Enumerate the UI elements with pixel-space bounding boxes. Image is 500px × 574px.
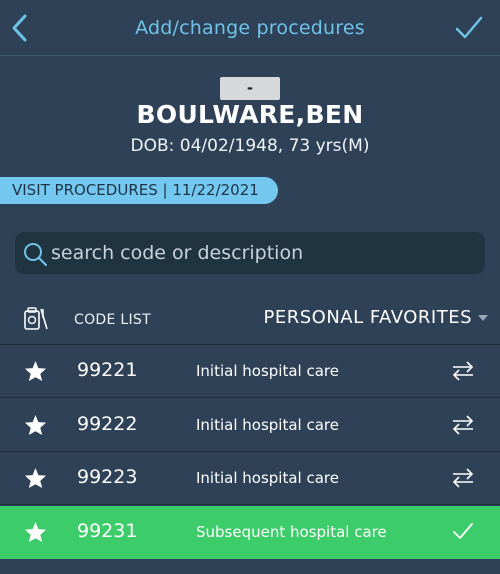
star-icon[interactable] — [24, 360, 47, 382]
procedure-description: Initial hospital care — [196, 362, 339, 380]
swap-arrows-icon[interactable] — [450, 414, 476, 436]
done-button[interactable] — [454, 14, 484, 42]
patient-id-badge: - — [220, 77, 280, 100]
swap-arrows-icon[interactable] — [450, 467, 476, 489]
visit-procedures-tab[interactable]: VISIT PROCEDURES | 11/22/2021 — [0, 177, 278, 204]
page-title: Add/change procedures — [135, 17, 365, 39]
procedure-code: 99221 — [77, 359, 138, 381]
procedure-row[interactable]: 99222 Initial hospital care — [0, 399, 500, 452]
star-icon[interactable] — [24, 467, 47, 489]
patient-dob: DOB: 04/02/1948, 73 yrs(M) — [130, 136, 370, 156]
procedure-row[interactable]: 99223 Initial hospital care — [0, 452, 500, 505]
procedure-row[interactable]: 99221 Initial hospital care — [0, 345, 500, 398]
favorites-dropdown[interactable]: PERSONAL FAVORITES — [263, 307, 488, 333]
code-list-icon[interactable] — [22, 306, 50, 332]
checkmark-icon[interactable] — [452, 521, 474, 541]
search-box[interactable] — [15, 232, 485, 274]
star-icon[interactable] — [24, 521, 47, 543]
procedure-description: Initial hospital care — [196, 416, 339, 434]
favorites-dropdown-label: PERSONAL FAVORITES — [263, 307, 472, 328]
list-header: CODE LIST PERSONAL FAVORITES — [0, 298, 500, 345]
checkmark-icon — [455, 16, 483, 39]
patient-name: BOULWARE,BEN — [136, 100, 364, 129]
procedure-row[interactable]: 99231 Subsequent hospital care — [0, 506, 500, 559]
search-input[interactable] — [51, 232, 471, 274]
swap-arrows-icon[interactable] — [450, 360, 476, 382]
procedure-code: 99222 — [77, 413, 138, 435]
chevron-down-icon — [478, 315, 488, 321]
search-icon — [24, 243, 48, 267]
procedure-description: Subsequent hospital care — [196, 523, 387, 541]
procedure-description: Initial hospital care — [196, 469, 339, 487]
star-icon[interactable] — [24, 414, 47, 436]
code-list-label[interactable]: CODE LIST — [74, 312, 151, 328]
procedure-code: 99223 — [77, 466, 138, 488]
procedure-code: 99231 — [77, 520, 138, 542]
top-bar: Add/change procedures — [0, 0, 500, 56]
